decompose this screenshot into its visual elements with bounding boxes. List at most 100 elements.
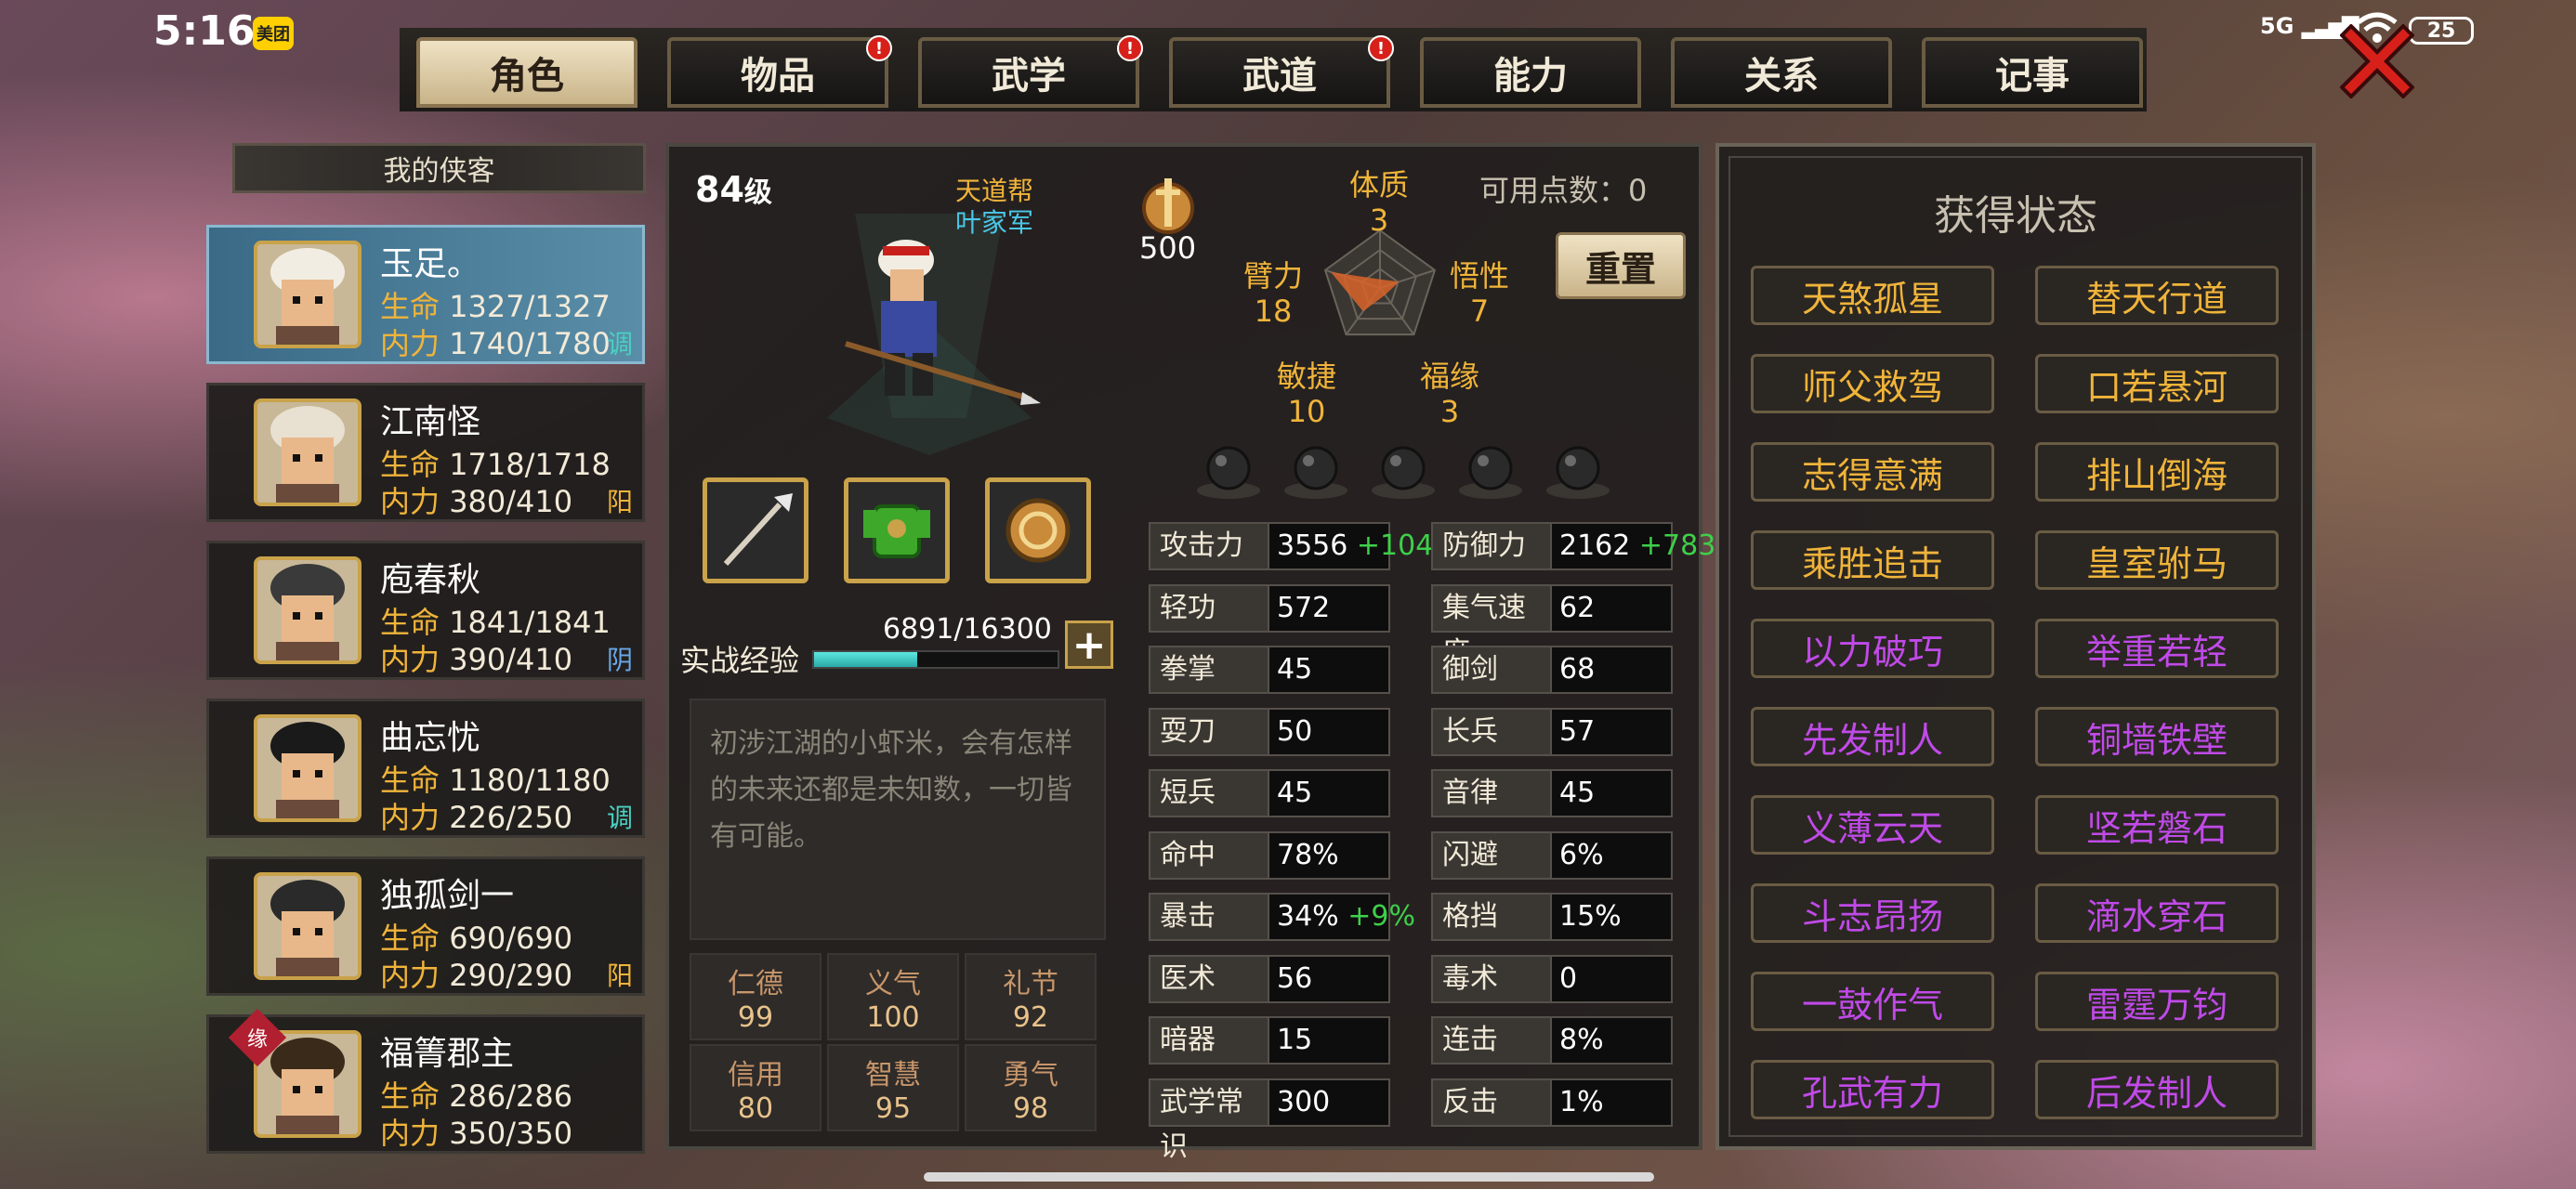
character-description: 初涉江湖的小虾米，会有怎样的未来还都是未知数，一切皆有可能。 <box>690 699 1106 940</box>
hero-mana: 内力 290/290 <box>380 958 573 993</box>
reset-button[interactable]: 重置 <box>1556 232 1686 299</box>
hero-affinity-tag: 调 <box>606 329 633 359</box>
virtue-cell: 仁德 99 <box>690 953 821 1040</box>
accessory-slot[interactable] <box>985 477 1091 583</box>
status-buff[interactable]: 排山倒海 <box>2035 442 2279 502</box>
tab-6[interactable]: 关系 <box>1671 37 1892 108</box>
virtue-cell: 信用 80 <box>690 1044 821 1131</box>
stat-label: 攻击力 <box>1149 522 1269 570</box>
status-buff[interactable]: 皇室驸马 <box>2035 530 2279 590</box>
status-buff[interactable]: 义薄云天 <box>1751 795 1994 855</box>
stat-row: 音律 45 <box>1431 769 1673 817</box>
stat-label: 格挡 <box>1431 893 1552 941</box>
stat-row: 格挡 15% <box>1431 893 1673 941</box>
status-buff[interactable]: 志得意满 <box>1751 442 1994 502</box>
stat-value: 2162 +783 <box>1550 522 1715 570</box>
spear-icon <box>723 493 793 567</box>
status-buff[interactable]: 斗志昂扬 <box>1751 883 1994 943</box>
stat-label: 耍刀 <box>1149 707 1269 756</box>
stat-label: 反击 <box>1431 1078 1552 1127</box>
tab-label: 能力 <box>1493 55 1568 98</box>
gem-socket-5[interactable] <box>1544 442 1611 500</box>
virtue-label: 礼节 <box>1003 968 1058 1000</box>
hero-card[interactable]: 江南怪 生命 1718/1718 内力 380/410 阳 <box>206 383 645 522</box>
stat-value: 1% <box>1550 1078 1673 1127</box>
hero-card[interactable]: 玉足。 生命 1327/1327 内力 1740/1780 调 <box>206 225 645 364</box>
hero-card[interactable]: 独孤剑一 生命 690/690 内力 290/290 阳 <box>206 856 645 996</box>
hero-card[interactable]: 庖春秋 生命 1841/1841 内力 390/410 阴 <box>206 541 645 680</box>
status-buff[interactable]: 坚若磐石 <box>2035 795 2279 855</box>
armor-slot[interactable] <box>844 477 950 583</box>
stat-row: 防御力 2162 +783 <box>1431 522 1715 570</box>
stat-value: 300 <box>1268 1078 1390 1127</box>
hero-mana: 内力 226/250 <box>380 800 573 835</box>
status-buff[interactable]: 举重若轻 <box>2035 619 2279 678</box>
stat-value: 15 <box>1268 1016 1390 1065</box>
status-buff[interactable]: 滴水穿石 <box>2035 883 2279 943</box>
hero-card[interactable]: 福箐郡主 生命 286/286 内力 350/350 缘 <box>206 1008 645 1154</box>
gem-socket-4[interactable] <box>1457 442 1524 500</box>
status-buff[interactable]: 雷霆万钧 <box>2035 972 2279 1031</box>
stat-label: 御剑 <box>1431 646 1552 694</box>
hero-mana: 内力 1740/1780 <box>380 326 611 361</box>
hero-portrait <box>254 241 361 348</box>
network-label: 5G <box>2260 13 2294 39</box>
tab-5[interactable]: 能力 <box>1420 37 1641 108</box>
stat-row: 长兵 57 <box>1431 707 1673 756</box>
available-points: 可用点数：0 <box>1479 173 1648 208</box>
status-buff[interactable]: 先发制人 <box>1751 707 1994 766</box>
tab-3[interactable]: 武学! <box>918 35 1143 108</box>
stat-value: 56 <box>1268 954 1390 1003</box>
stat-label: 防御力 <box>1431 522 1552 570</box>
stat-row: 武学常识 300 <box>1149 1078 1390 1163</box>
home-indicator[interactable] <box>924 1172 1654 1182</box>
status-buff[interactable]: 以力破巧 <box>1751 619 1994 678</box>
status-buff[interactable]: 铜墙铁壁 <box>2035 707 2279 766</box>
virtue-cell: 勇气 98 <box>965 1044 1097 1131</box>
stat-label: 命中 <box>1149 830 1269 880</box>
hero-affinity-tag: 阴 <box>606 645 633 675</box>
stat-label: 轻功 <box>1149 583 1269 633</box>
tab-2[interactable]: 物品! <box>667 35 892 108</box>
weapon-slot[interactable] <box>703 477 808 583</box>
exp-progress-fill <box>814 652 917 667</box>
exp-label: 实战经验 <box>680 643 800 678</box>
status-buff[interactable]: 天煞孤星 <box>1751 266 1994 325</box>
stat-value: 68 <box>1550 646 1673 694</box>
status-buff[interactable]: 替天行道 <box>2035 266 2279 325</box>
alert-badge-icon: ! <box>1117 35 1143 61</box>
armor-icon <box>863 504 930 558</box>
orb-icon <box>1546 446 1610 499</box>
status-buff[interactable]: 口若悬河 <box>2035 354 2279 413</box>
tab-4[interactable]: 武道! <box>1169 35 1394 108</box>
alert-badge-icon: ! <box>1368 35 1394 61</box>
character-title: 叶家军 <box>955 207 1034 238</box>
status-buff[interactable]: 师父救驾 <box>1751 354 1994 413</box>
gem-socket-1[interactable] <box>1195 442 1262 500</box>
status-buff[interactable]: 乘胜追击 <box>1751 530 1994 590</box>
virtue-value: 100 <box>866 1001 920 1034</box>
tab-label: 武道 <box>1242 55 1317 98</box>
stat-label: 毒术 <box>1431 954 1552 1003</box>
tab-label: 关系 <box>1744 55 1819 98</box>
hero-portrait <box>254 872 361 980</box>
hero-card[interactable]: 曲忘忧 生命 1180/1180 内力 226/250 调 <box>206 699 645 838</box>
gem-socket-3[interactable] <box>1370 442 1437 500</box>
tab-7[interactable]: 记事 <box>1922 37 2143 108</box>
status-buff[interactable]: 孔武有力 <box>1751 1060 1994 1119</box>
hero-affinity-tag: 阳 <box>606 487 633 517</box>
virtue-cell: 智慧 95 <box>827 1044 959 1131</box>
add-exp-button[interactable]: + <box>1065 621 1113 669</box>
stat-value: 45 <box>1268 646 1390 694</box>
close-icon[interactable] <box>2340 24 2414 98</box>
virtue-value: 80 <box>737 1092 774 1125</box>
hero-portrait <box>254 714 361 822</box>
stat-value: 3556 +1040 <box>1268 522 1451 570</box>
stat-label: 医术 <box>1149 954 1269 1003</box>
status-buff[interactable]: 一鼓作气 <box>1751 972 1994 1031</box>
status-buff[interactable]: 后发制人 <box>2035 1060 2279 1119</box>
tab-1[interactable]: 角色 <box>416 37 637 108</box>
stat-row: 攻击力 3556 +1040 <box>1149 522 1451 570</box>
gem-socket-2[interactable] <box>1282 442 1349 500</box>
hero-portrait <box>254 399 361 506</box>
